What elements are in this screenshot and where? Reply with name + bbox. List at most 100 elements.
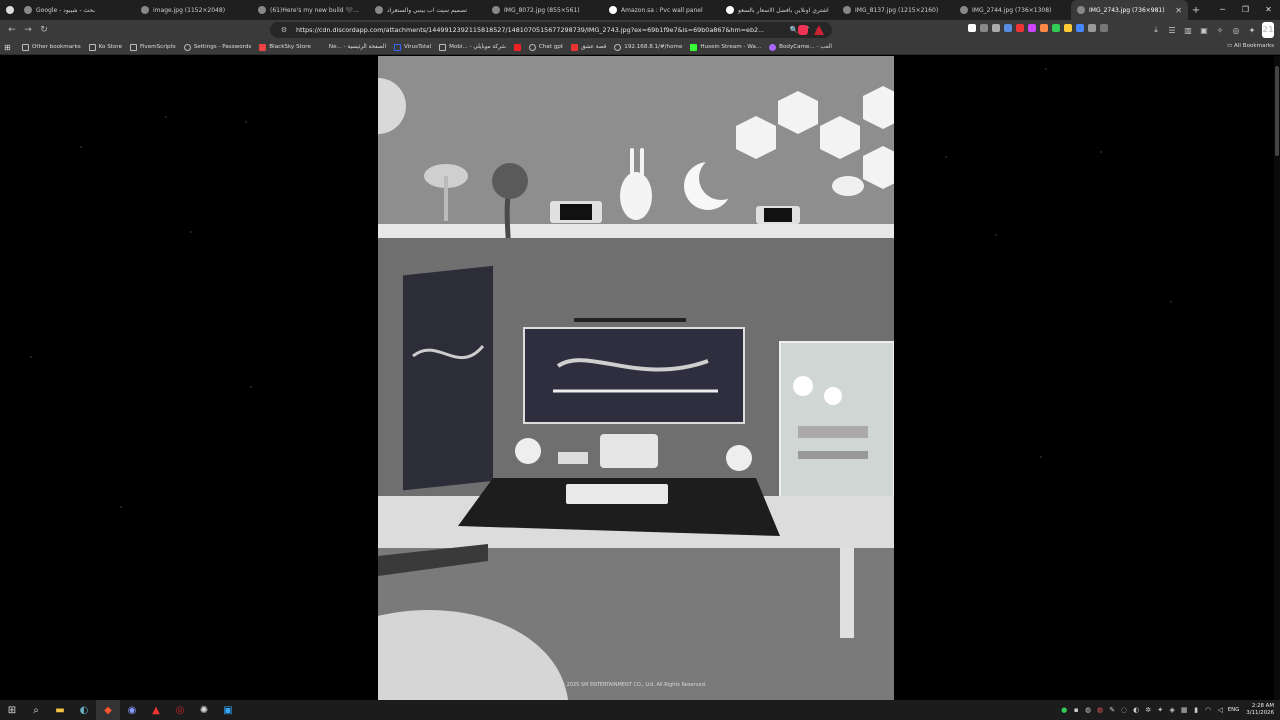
- bookmark-item[interactable]: [513, 43, 521, 51]
- youtube-icon: [513, 43, 521, 51]
- tray-icon[interactable]: ◌: [1120, 706, 1129, 715]
- tray-icon[interactable]: ✦: [1156, 706, 1165, 715]
- reload-icon[interactable]: ↻: [36, 22, 52, 38]
- close-tab-icon[interactable]: ✕: [1175, 6, 1182, 15]
- extension-icon[interactable]: [1064, 24, 1072, 32]
- tray-icon[interactable]: ▦: [1180, 706, 1189, 715]
- tab-3[interactable]: تصميم سيت اب بينبي والستعراد: [369, 0, 486, 20]
- clock[interactable]: 2:28 AM 3/11/2026: [1246, 703, 1274, 717]
- bookmark-item[interactable]: BlackSky Store: [259, 43, 311, 51]
- app-icon[interactable]: ◎: [168, 700, 192, 720]
- back-arrow-icon[interactable]: ←: [4, 22, 20, 38]
- extension-icon[interactable]: [1076, 24, 1084, 32]
- new-tab-button[interactable]: +: [1188, 5, 1204, 16]
- bookmark-item[interactable]: Ko Store: [88, 43, 122, 51]
- discord-icon[interactable]: ◉: [120, 700, 144, 720]
- extension-icon[interactable]: [980, 24, 988, 32]
- extension-icon[interactable]: [1052, 24, 1060, 32]
- tab-4[interactable]: IMG_8072.jpg (855×561): [486, 0, 603, 20]
- bookmark-item[interactable]: 192.168.8.1/#/home: [614, 43, 682, 51]
- address-bar[interactable]: ⚙ https://cdn.discordapp.com/attachments…: [270, 22, 832, 38]
- windows-start-icon[interactable]: ⊞: [0, 700, 24, 720]
- browser-menu-icon[interactable]: [0, 0, 18, 20]
- tab-8[interactable]: IMG_2744.jpg (736×1308): [954, 0, 1071, 20]
- bookmark-item[interactable]: Chat gpt: [528, 43, 563, 51]
- steam-icon[interactable]: ◐: [72, 700, 96, 720]
- folder-icon: [22, 43, 29, 51]
- vpn-icon[interactable]: ◎: [1230, 26, 1242, 35]
- clock-date: 3/11/2026: [1246, 710, 1274, 716]
- sidebar-icon[interactable]: ▥: [1182, 26, 1194, 35]
- extension-icon[interactable]: [992, 24, 1000, 32]
- tab-6[interactable]: اشتري اونلاين بأفضل الاسعار بالسعو: [720, 0, 837, 20]
- brave-browser-icon[interactable]: ◆: [96, 700, 120, 720]
- microphone-icon[interactable]: ▮: [1192, 706, 1201, 715]
- forward-arrow-icon[interactable]: →: [20, 22, 36, 38]
- bookmark-item[interactable]: FivemScripts: [130, 43, 176, 51]
- tray-icon[interactable]: ◍: [1084, 706, 1093, 715]
- bookmark-item[interactable]: قصة عشق: [571, 43, 606, 51]
- profile-avatar[interactable]: 21: [1262, 22, 1274, 38]
- url-text[interactable]: https://cdn.discordapp.com/attachments/1…: [296, 26, 788, 34]
- leo-icon[interactable]: ✦: [1246, 26, 1258, 35]
- tray-icon[interactable]: ◈: [1168, 706, 1177, 715]
- site-info-icon[interactable]: ⚙: [278, 26, 290, 34]
- extension-icon[interactable]: [1088, 24, 1096, 32]
- tray-icon[interactable]: ◐: [1132, 706, 1141, 715]
- bookmark-item[interactable]: Settings - Passwords: [183, 43, 251, 51]
- app-icon[interactable]: ▲: [144, 700, 168, 720]
- maximize-icon[interactable]: ❐: [1234, 0, 1257, 20]
- bookmark-item[interactable]: Mobi... - شركة موبايلي: [439, 43, 506, 51]
- background-speck: [190, 231, 192, 233]
- download-icon[interactable]: ⤓: [1150, 25, 1162, 35]
- tray-icon[interactable]: ●: [1060, 706, 1069, 715]
- tab-5[interactable]: Amazon.sa : Pvc wall panel: [603, 0, 720, 20]
- scrollbar[interactable]: [1274, 56, 1280, 700]
- scrollbar-thumb[interactable]: [1275, 66, 1279, 156]
- language-indicator[interactable]: ENG: [1228, 707, 1240, 713]
- background-speck: [1040, 456, 1042, 458]
- bookmark-item[interactable]: Ne... - الصفحة الرئيسية: [319, 44, 386, 51]
- bookmark-item[interactable]: BodyCame... - العب: [769, 43, 832, 51]
- search-icon[interactable]: ⌕: [24, 700, 48, 720]
- tab-1[interactable]: image.jpg (1152×2048): [135, 0, 252, 20]
- brave-shield-icon[interactable]: [798, 25, 808, 35]
- minimize-icon[interactable]: ─: [1211, 0, 1234, 20]
- extension-icon[interactable]: [1100, 24, 1108, 32]
- photos-icon[interactable]: ▣: [216, 700, 240, 720]
- wifi-icon[interactable]: ◠: [1204, 706, 1213, 715]
- app-icon[interactable]: ✺: [192, 700, 216, 720]
- tab-favicon: [609, 6, 617, 14]
- bookmark-item[interactable]: VirusTotal: [394, 43, 431, 51]
- tray-icon[interactable]: ✲: [1144, 706, 1153, 715]
- extension-icon[interactable]: [1004, 24, 1012, 32]
- background-speck: [1100, 151, 1102, 153]
- tab-0[interactable]: Google - بحث - شيبود: [18, 0, 135, 20]
- tab-favicon: [843, 6, 851, 14]
- bookmark-item[interactable]: Other bookmarks: [22, 43, 81, 51]
- puzzle-extensions-icon[interactable]: ✧: [1214, 26, 1226, 35]
- close-window-icon[interactable]: ✕: [1257, 0, 1280, 20]
- tab-2[interactable]: (61)Here's my new build 🖤🤍 ➔: [252, 0, 369, 20]
- tray-icon[interactable]: ◍: [1096, 706, 1105, 715]
- all-bookmarks-button[interactable]: ▭ All Bookmarks: [1227, 43, 1274, 49]
- chatgpt-icon: [528, 43, 536, 51]
- extension-icon[interactable]: [1016, 24, 1024, 32]
- file-explorer-icon[interactable]: ▬: [48, 700, 72, 720]
- tab-favicon: [492, 6, 500, 14]
- extension-icon[interactable]: [1040, 24, 1048, 32]
- tray-icon[interactable]: ✎: [1108, 706, 1117, 715]
- extension-icon[interactable]: [1028, 24, 1036, 32]
- tray-icon[interactable]: ▪: [1072, 706, 1081, 715]
- desk-setup-photo[interactable]: [378, 56, 894, 700]
- tab-7[interactable]: IMG_8137.jpg (1215×2160): [837, 0, 954, 20]
- background-speck: [30, 356, 32, 358]
- tab-9-active[interactable]: IMG_2743.jpg (736×981) ✕: [1071, 0, 1188, 20]
- volume-icon[interactable]: ◁: [1216, 706, 1225, 715]
- bookmark-item[interactable]: Husein Stream - Wa...: [690, 43, 761, 51]
- apps-grid-icon[interactable]: ⊞: [4, 43, 14, 52]
- extension-icon[interactable]: [968, 24, 976, 32]
- bodycam-icon: [769, 43, 777, 51]
- wallet-icon[interactable]: ▣: [1198, 26, 1210, 35]
- reading-list-icon[interactable]: ☰: [1166, 26, 1178, 35]
